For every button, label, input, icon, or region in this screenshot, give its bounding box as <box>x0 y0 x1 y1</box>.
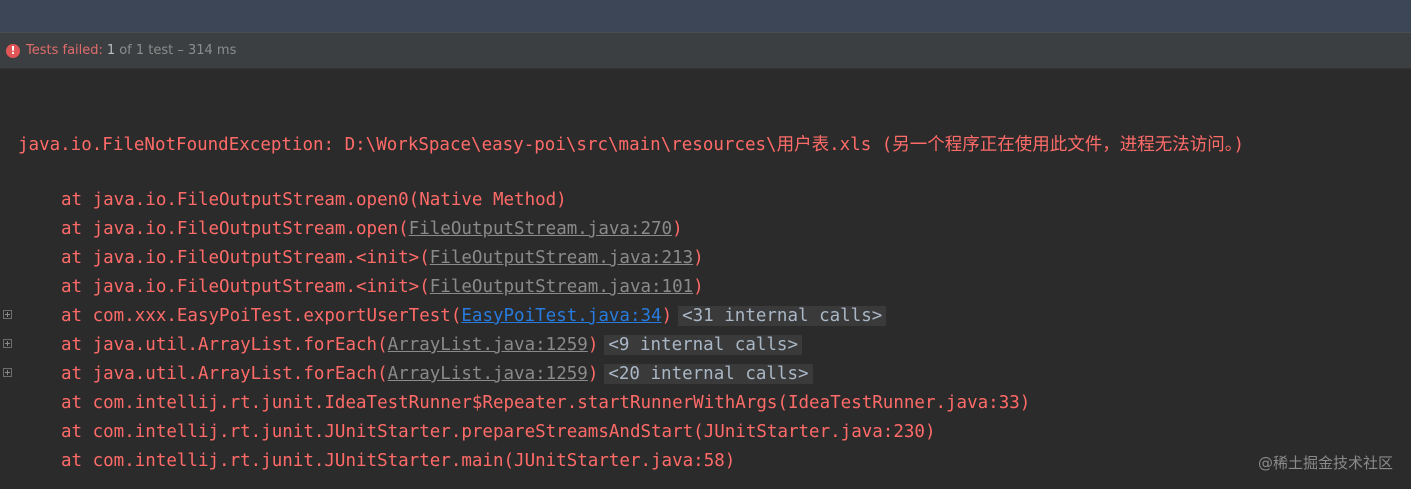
stack-frame-line: at com.xxx.EasyPoiTest.exportUserTest(Ea… <box>61 303 887 329</box>
console-output[interactable]: java.io.FileNotFoundException: D:\WorkSp… <box>0 69 1411 489</box>
expand-plus-icon[interactable] <box>3 339 12 348</box>
stack-frame-text: at java.io.FileOutputStream.open( <box>61 219 409 239</box>
test-status-bar: ! Tests failed: 1 of 1 test – 314 ms <box>0 32 1411 69</box>
stack-frame-line: at com.intellij.rt.junit.JUnitStarter.ma… <box>61 448 735 474</box>
exception-message: java.io.FileNotFoundException: D:\WorkSp… <box>18 135 1245 155</box>
stack-frame-line: at java.io.FileOutputStream.<init>(FileO… <box>61 245 704 271</box>
source-link[interactable]: EasyPoiTest.java:34 <box>461 306 661 326</box>
source-link[interactable]: ArrayList.java:1259 <box>388 335 588 355</box>
stack-frame-suffix: ) <box>587 335 599 355</box>
stack-frame-line: at java.io.FileOutputStream.open(FileOut… <box>61 216 683 242</box>
source-link[interactable]: FileOutputStream.java:270 <box>409 219 672 239</box>
stack-frame-text: at com.intellij.rt.junit.JUnitStarter.pr… <box>61 422 936 442</box>
stack-frame-line: at java.io.FileOutputStream.<init>(FileO… <box>61 274 704 300</box>
stack-frame-line: at com.intellij.rt.junit.JUnitStarter.pr… <box>61 419 935 445</box>
stack-frame-text: at java.util.ArrayList.forEach( <box>61 335 388 355</box>
stack-frame-line: at java.util.ArrayList.forEach(ArrayList… <box>61 361 813 387</box>
tests-failed-label: Tests failed: <box>26 43 103 58</box>
stack-frame-suffix: ) <box>693 248 704 268</box>
internal-calls-fold[interactable]: <20 internal calls> <box>604 364 813 384</box>
expand-plus-icon[interactable] <box>3 368 12 377</box>
expand-plus-icon[interactable] <box>3 310 12 319</box>
stack-frame-suffix: ) <box>672 219 683 239</box>
top-toolbar <box>0 0 1411 32</box>
source-link[interactable]: ArrayList.java:1259 <box>388 364 588 384</box>
stack-frame-text: at com.intellij.rt.junit.IdeaTestRunner$… <box>61 393 1031 413</box>
watermark: @稀土掘金技术社区 <box>1257 454 1393 472</box>
stack-frame-text: at com.intellij.rt.junit.JUnitStarter.ma… <box>61 451 736 471</box>
stack-frame-text: at com.xxx.EasyPoiTest.exportUserTest( <box>61 306 462 326</box>
stack-frame-suffix: ) <box>693 277 704 297</box>
source-link[interactable]: FileOutputStream.java:213 <box>430 248 693 268</box>
test-summary: of 1 test – 314 ms <box>119 43 237 58</box>
internal-calls-fold[interactable]: <9 internal calls> <box>604 335 803 355</box>
stack-frame-text: at java.util.ArrayList.forEach( <box>61 364 388 384</box>
source-link[interactable]: FileOutputStream.java:101 <box>430 277 693 297</box>
stack-frame-suffix: ) <box>587 364 599 384</box>
failed-count: 1 <box>106 43 116 58</box>
stack-frame-text: at java.io.FileOutputStream.open0(Native… <box>61 190 567 210</box>
stack-frame-text: at java.io.FileOutputStream.<init>( <box>61 277 430 297</box>
stack-frame-line: at com.intellij.rt.junit.IdeaTestRunner$… <box>61 390 1030 416</box>
stack-frame-line: at java.util.ArrayList.forEach(ArrayList… <box>61 332 803 358</box>
stack-frame-suffix: ) <box>661 306 673 326</box>
error-circle-icon: ! <box>6 43 20 58</box>
stack-frame-text: at java.io.FileOutputStream.<init>( <box>61 248 430 268</box>
stack-frame-line: at java.io.FileOutputStream.open0(Native… <box>61 187 567 213</box>
internal-calls-fold[interactable]: <31 internal calls> <box>678 306 887 326</box>
